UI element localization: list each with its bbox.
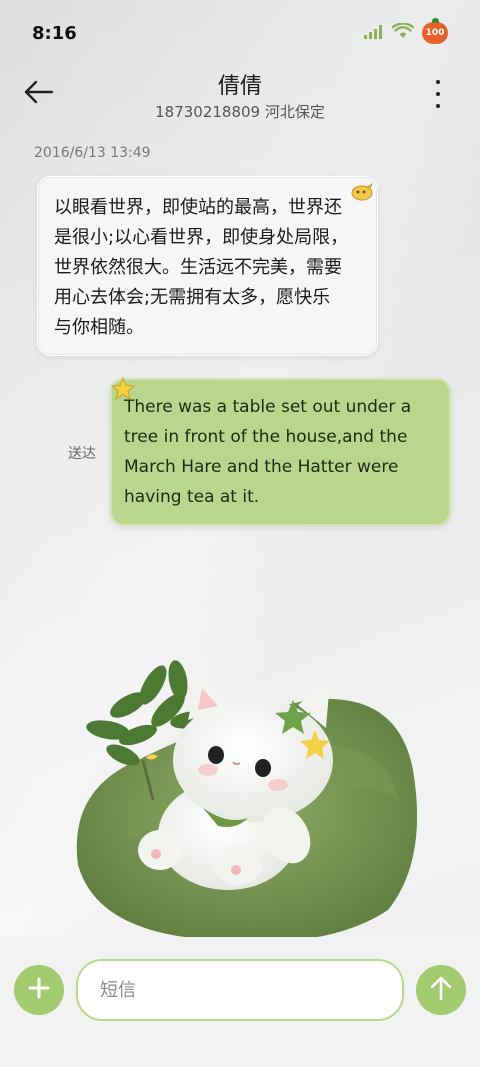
conversation-header: 倩倩 18730218809 河北保定 bbox=[0, 66, 480, 126]
message-input-container[interactable] bbox=[76, 959, 404, 1021]
send-button[interactable] bbox=[416, 965, 466, 1015]
more-vertical-icon bbox=[436, 80, 440, 108]
wifi-icon bbox=[391, 22, 415, 43]
status-time: 8:16 bbox=[32, 22, 77, 44]
status-bar: 8:16 100 bbox=[0, 0, 480, 66]
outgoing-message-line: having tea at it. bbox=[124, 487, 260, 507]
cat-wallpaper-illustration bbox=[68, 650, 438, 942]
signal-icon bbox=[364, 24, 384, 43]
outgoing-message-line: tree in front of the house,and the bbox=[124, 427, 408, 447]
message-timestamp: 2016/6/13 13:49 bbox=[34, 145, 151, 161]
contact-name[interactable]: 倩倩 bbox=[0, 68, 480, 100]
outgoing-message-line: There was a table set out under a bbox=[124, 397, 412, 417]
send-arrow-icon bbox=[429, 975, 453, 1005]
message-input[interactable] bbox=[100, 979, 380, 1001]
more-options-button[interactable] bbox=[432, 80, 444, 108]
message-composer-bar bbox=[0, 937, 480, 1067]
contact-number-location: 18730218809 河北保定 bbox=[155, 103, 325, 121]
delivery-status: 送达 bbox=[68, 446, 96, 462]
battery-icon: 100 bbox=[422, 18, 448, 44]
incoming-message-line: 是很小;以心看世界，即使身处局限， bbox=[54, 227, 349, 248]
incoming-message-line: 与你相随。 bbox=[54, 317, 144, 338]
incoming-message-line: 以眼看世界，即使站的最高，世界还 bbox=[54, 197, 342, 218]
bubble-decoration-icon bbox=[349, 181, 375, 213]
outgoing-message-bubble[interactable]: There was a table set out under a tree i… bbox=[110, 376, 451, 526]
incoming-message-line: 世界依然很大。生活远不完美，需要 bbox=[54, 257, 342, 278]
star-decoration-icon bbox=[110, 376, 136, 412]
status-icons: 100 bbox=[364, 18, 448, 44]
plus-icon bbox=[28, 977, 50, 1003]
battery-level: 100 bbox=[425, 28, 445, 38]
incoming-message-line: 用心去体会;无需拥有太多，愿快乐 bbox=[54, 287, 331, 308]
outgoing-message-line: March Hare and the Hatter were bbox=[124, 457, 399, 477]
incoming-message-bubble[interactable]: 以眼看世界，即使站的最高，世界还 是很小;以心看世界，即使身处局限， 世界依然很… bbox=[37, 176, 378, 356]
add-attachment-button[interactable] bbox=[14, 965, 64, 1015]
